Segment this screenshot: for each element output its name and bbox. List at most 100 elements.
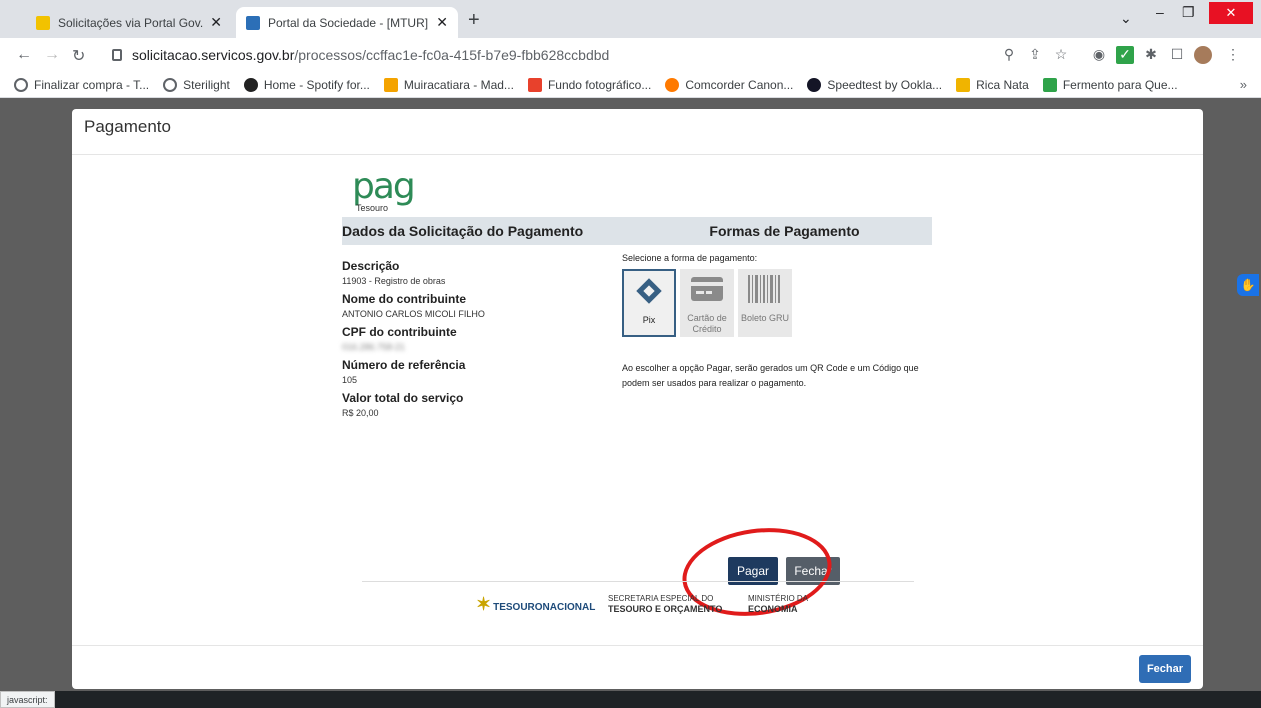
- orange-icon: [665, 77, 680, 92]
- payment-options: Pix Cartão de Crédito Boleto GRU: [622, 269, 932, 337]
- bookmark-label: Fermento para Que...: [1062, 77, 1178, 92]
- forward-icon[interactable]: →: [44, 46, 60, 64]
- taxpayer-name-value: ANTONIO CARLOS MICOLI FILHO: [342, 309, 485, 319]
- bookmark-item[interactable]: Fundo fotográfico...: [527, 77, 652, 92]
- bookmark-item[interactable]: Speedtest by Ookla...: [807, 77, 943, 92]
- tesouro-nacional-logo: ✶ TESOURONACIONAL: [476, 594, 595, 615]
- ministerio-line2: ECONOMIA: [748, 604, 798, 614]
- bookmark-label: Fundo fotográfico...: [547, 77, 652, 92]
- bookmarks-bar: Finalizar compra - T... Sterilight Home …: [0, 72, 1261, 98]
- secretaria-logo: SECRETARIA ESPECIAL DO TESOURO E ORÇAMEN…: [608, 594, 722, 615]
- bookmark-label: Speedtest by Ookla...: [827, 77, 943, 92]
- star-icon: ✶: [476, 594, 492, 614]
- bookmark-label: Rica Nata: [976, 77, 1029, 92]
- spotify-icon: [243, 77, 258, 92]
- tab-close-icon[interactable]: ✕: [436, 14, 448, 31]
- ministerio-logo: MINISTÉRIO DA ECONOMIA: [748, 594, 808, 615]
- tesouro-nacional-text: TESOURONACIONAL: [493, 602, 596, 613]
- modal-footer: Fechar: [72, 645, 1203, 689]
- pagtesouro-panel: pag Tesouro Dados da Solicitação do Paga…: [342, 169, 932, 418]
- address-bar[interactable]: solicitacao.servicos.gov.br /processos/c…: [104, 42, 984, 68]
- tab-close-icon[interactable]: ✕: [210, 14, 222, 31]
- select-method-label: Selecione a forma de pagamento:: [622, 253, 758, 263]
- bookmark-label: Muiracatiara - Mad...: [403, 77, 514, 92]
- footer-close-button[interactable]: Fechar: [1139, 655, 1191, 683]
- globe-icon: [163, 77, 178, 92]
- bookmark-star-icon[interactable]: ☆: [1052, 46, 1070, 64]
- zoom-icon[interactable]: ⚲: [1000, 46, 1018, 64]
- bookmark-item[interactable]: Finalizar compra - T...: [14, 77, 150, 92]
- extension-icon[interactable]: ◉: [1090, 46, 1108, 64]
- window-close-icon[interactable]: ✕: [1209, 2, 1253, 24]
- arrow-icon: [527, 77, 542, 92]
- request-data-heading: Dados da Solicitação do Pagamento: [342, 223, 584, 239]
- secretaria-line2: TESOURO E ORÇAMENTO: [608, 604, 723, 614]
- status-bar: javascript:: [0, 691, 1261, 708]
- page-viewport: ✋ Pagamento pag Tesouro Dados da Solicit…: [0, 99, 1261, 691]
- tab-title: Portal da Sociedade - [MTUR] Re: [268, 15, 431, 30]
- payment-modal: Pagamento pag Tesouro Dados da Solicitaç…: [72, 109, 1203, 689]
- bookmark-item[interactable]: Sterilight: [163, 77, 230, 92]
- bookmarks-more-icon[interactable]: »: [1240, 77, 1247, 92]
- pay-option-boleto[interactable]: Boleto GRU: [738, 269, 792, 337]
- tab-search-icon[interactable]: ⌄: [1120, 10, 1132, 27]
- reference-number-value: 105: [342, 375, 358, 385]
- reload-icon[interactable]: ↻: [72, 46, 85, 66]
- reference-number-label: Número de referência: [342, 358, 466, 372]
- bookmark-item[interactable]: Home - Spotify for...: [243, 77, 370, 92]
- bookmark-label: Sterilight: [183, 77, 230, 92]
- payment-note: Ao escolher a opção Pagar, serão gerados…: [622, 363, 919, 388]
- back-icon[interactable]: ←: [16, 46, 32, 64]
- cpf-label: CPF do contribuinte: [342, 325, 457, 339]
- payment-methods: Selecione a forma de pagamento: Pix Cart…: [622, 253, 932, 418]
- menu-icon[interactable]: ⋮: [1224, 46, 1242, 64]
- pix-icon: [624, 271, 674, 311]
- avatar[interactable]: [1194, 46, 1212, 64]
- portal-favicon-icon: [246, 15, 260, 30]
- tab-title: Solicitações via Portal Gov.Br — F: [58, 15, 204, 30]
- pay-option-label: Pix: [642, 315, 656, 325]
- bookmark-label: Comcorder Canon...: [685, 77, 794, 92]
- sidepanel-icon[interactable]: ☐: [1168, 46, 1186, 64]
- pay-option-pix[interactable]: Pix: [622, 269, 676, 337]
- barcode-icon: [738, 269, 792, 309]
- gov-favicon-icon: [36, 15, 50, 30]
- bookmark-item[interactable]: Fermento para Que...: [1042, 77, 1178, 92]
- bookmark-item[interactable]: Rica Nata: [956, 77, 1029, 92]
- pay-option-label: Boleto GRU: [740, 313, 790, 323]
- bookmark-item[interactable]: Muiracatiara - Mad...: [383, 77, 514, 92]
- bookmark-label: Home - Spotify for...: [263, 77, 370, 92]
- url-host: solicitacao.servicos.gov.br: [132, 47, 295, 63]
- description-label: Descrição: [342, 259, 400, 273]
- bookmark-label: Finalizar compra - T...: [34, 77, 150, 92]
- pag-logo-sub: Tesouro: [356, 203, 389, 213]
- check-extension-icon[interactable]: ✓: [1116, 46, 1134, 64]
- footer-logos: ✶ TESOURONACIONAL SECRETARIA ESPECIAL DO …: [362, 581, 914, 631]
- globe-icon: [14, 77, 28, 92]
- restore-icon[interactable]: ❐: [1182, 4, 1195, 21]
- new-tab-button[interactable]: +: [468, 9, 480, 32]
- total-value-value: R$ 20,00: [342, 408, 379, 418]
- taxpayer-name-label: Nome do contribuinte: [342, 292, 466, 306]
- payment-methods-heading: Formas de Pagamento: [709, 223, 860, 239]
- share-icon[interactable]: ⇪: [1026, 46, 1044, 64]
- address-row: ← → ↻ solicitacao.servicos.gov.br /proce…: [0, 38, 1261, 72]
- tab-solicitacoes[interactable]: Solicitações via Portal Gov.Br — F ✕: [26, 7, 232, 38]
- lock-icon: [112, 49, 122, 61]
- pay-option-credit-card[interactable]: Cartão de Crédito: [680, 269, 734, 337]
- tab-portal-sociedade[interactable]: Portal da Sociedade - [MTUR] Re ✕: [236, 7, 458, 38]
- url-path: /processos/ccffac1e-fc0a-415f-b7e9-fbb62…: [294, 47, 610, 63]
- house-icon: [383, 77, 398, 92]
- puzzle-icon[interactable]: ✱: [1142, 46, 1160, 64]
- request-details: Descrição 11903 - Registro de obras Nome…: [342, 253, 622, 418]
- credit-card-icon: [680, 269, 734, 309]
- minimize-icon[interactable]: –: [1156, 4, 1164, 20]
- secretaria-line1: SECRETARIA ESPECIAL DO: [608, 594, 714, 603]
- speedtest-icon: [807, 77, 822, 92]
- tab-bar: Solicitações via Portal Gov.Br — F ✕ Por…: [0, 0, 1261, 38]
- section-headings: Dados da Solicitação do Pagamento Formas…: [342, 217, 932, 245]
- bookmark-item[interactable]: Comcorder Canon...: [665, 77, 794, 92]
- accessibility-widget-icon[interactable]: ✋: [1237, 274, 1259, 296]
- total-value-label: Valor total do serviço: [342, 391, 464, 405]
- ministerio-line1: MINISTÉRIO DA: [748, 594, 809, 603]
